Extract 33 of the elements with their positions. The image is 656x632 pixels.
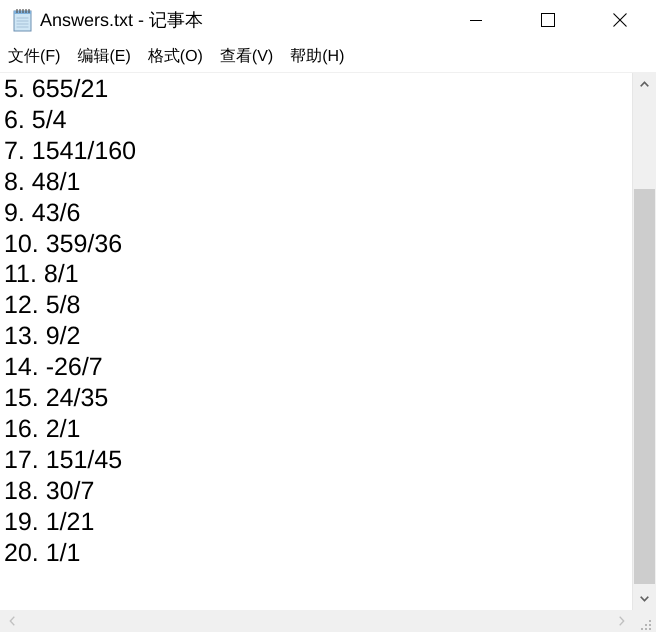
notepad-icon <box>12 8 34 32</box>
window-title: Answers.txt - 记事本 <box>40 9 204 32</box>
text-line: 14. -26/7 <box>4 352 103 384</box>
chevron-left-icon <box>8 616 14 626</box>
close-icon <box>613 13 627 27</box>
text-line: 15. 24/35 <box>4 383 108 414</box>
chevron-right-icon <box>618 616 624 626</box>
text-line: 12. 5/8 <box>4 290 80 322</box>
chevron-up-icon <box>640 81 649 87</box>
text-line: 18. 30/7 <box>4 476 94 507</box>
menu-item[interactable]: 帮助(H) <box>283 43 354 69</box>
text-line: 20. 1/1 <box>4 538 80 568</box>
text-line: 9. 43/6 <box>4 198 80 229</box>
text-line: 8. 48/1 <box>4 166 80 198</box>
menu-item[interactable]: 文件(F) <box>1 43 70 69</box>
menu-item[interactable]: 格式(O) <box>140 43 212 69</box>
text-line: 7. 1541/160 <box>4 136 136 167</box>
text-line: 19. 1/21 <box>4 506 94 538</box>
text-line: 6. 5/4 <box>4 104 67 136</box>
vertical-scrollbar[interactable] <box>632 73 656 610</box>
text-line: 13. 9/2 <box>4 321 80 352</box>
chevron-down-icon <box>640 596 649 602</box>
text-line: 10. 359/36 <box>4 228 122 260</box>
text-line: 16. 2/1 <box>4 414 80 445</box>
scrollbar-thumb[interactable] <box>634 189 655 584</box>
text-line: 17. 151/45 <box>4 444 122 476</box>
resize-grip-icon[interactable] <box>639 618 651 630</box>
menu-item[interactable]: 编辑(E) <box>70 43 140 69</box>
maximize-icon <box>541 13 555 27</box>
text-line: 5. 655/21 <box>4 74 108 105</box>
menu-item[interactable]: 查看(V) <box>212 43 282 69</box>
text-line: 11. 8/1 <box>4 259 79 290</box>
horizontal-scrollbar[interactable] <box>0 610 656 632</box>
